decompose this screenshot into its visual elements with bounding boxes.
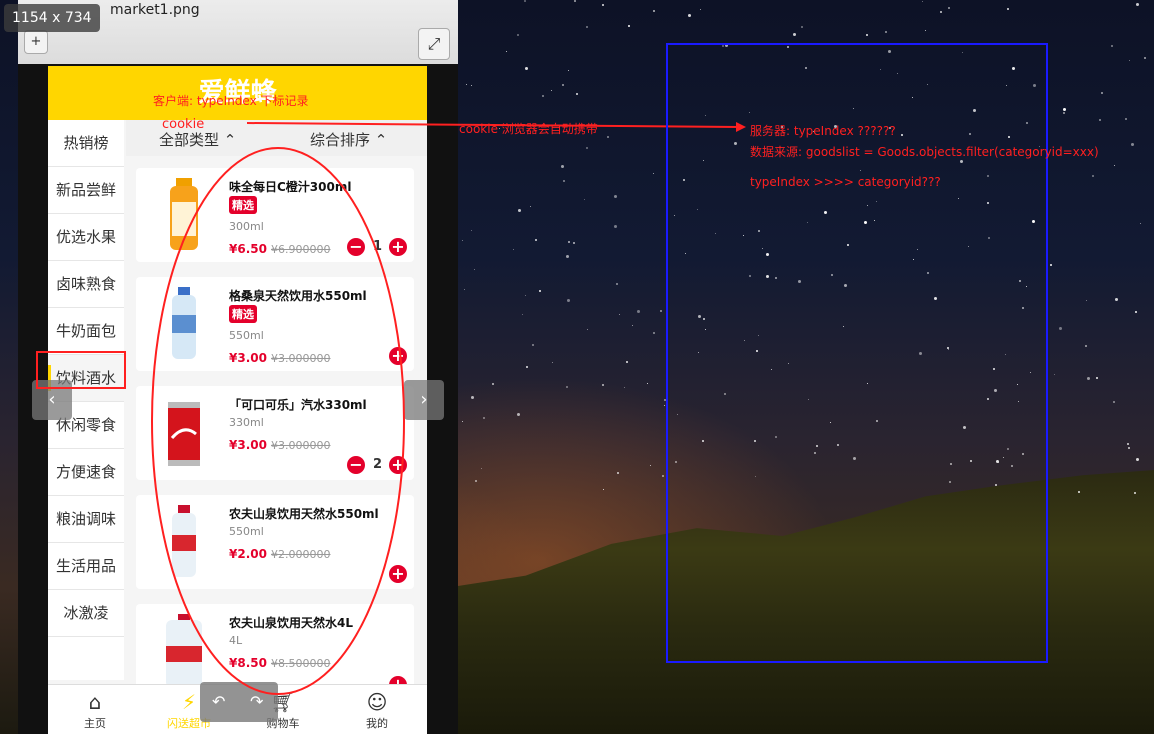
cookie-annotation: cookie — [162, 117, 205, 132]
cookie-note-annotation: cookie 浏览器会自动携带 — [459, 122, 598, 136]
image-size-badge: 1154 x 734 — [4, 4, 100, 32]
server-annotation: 服务器: typeIndex ?????? — [750, 124, 896, 138]
mapping-annotation: typeIndex >>>> categoryid??? — [750, 175, 941, 189]
arrow-head-icon — [736, 122, 746, 132]
client-annotation: 客户端: typeIndex 下标记录 — [153, 94, 309, 108]
annotation-layer — [36, 43, 1048, 695]
goods-list-highlight — [151, 147, 405, 695]
data-source-annotation: 数据来源: goodslist = Goods.objects.filter(c… — [750, 145, 1099, 159]
active-category-highlight — [36, 351, 126, 389]
